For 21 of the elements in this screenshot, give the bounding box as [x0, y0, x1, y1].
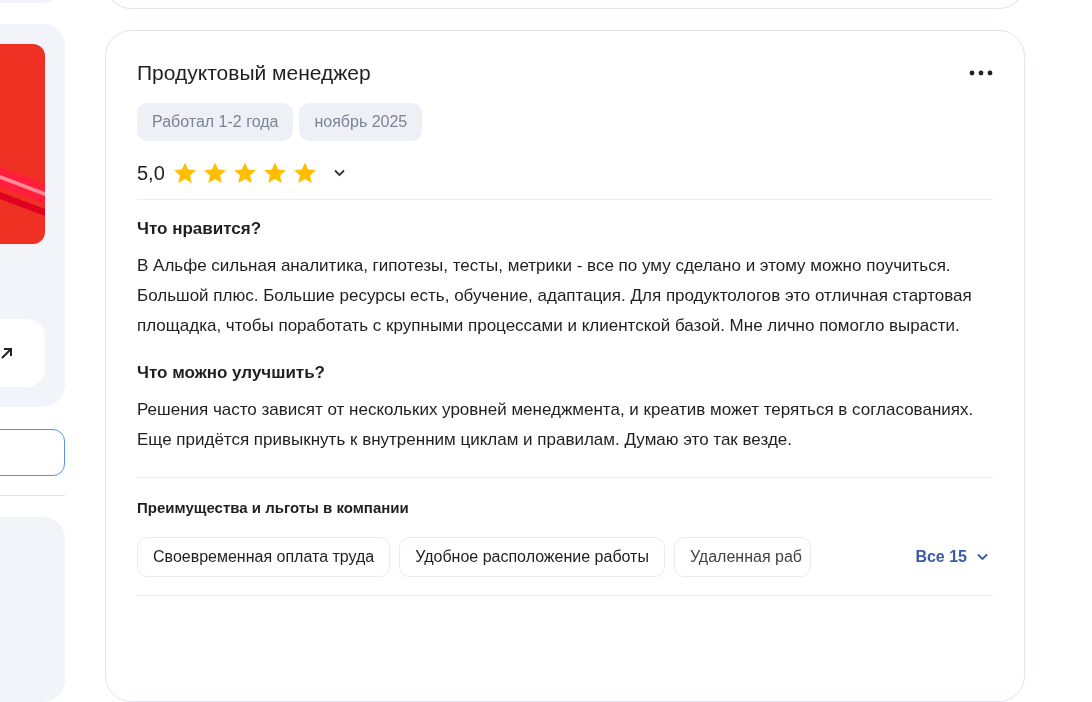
- benefits-heading: Преимущества и льготы в компании: [137, 499, 410, 516]
- chevron-icon: [976, 553, 989, 561]
- show-all-button[interactable]: Все 15: [915, 548, 993, 566]
- review-text: В Альфе сильная аналитика, гипотезы, тесты, метрики - все по уму сделано и этому можно поучиться. Большой плюс. Большие ресурсы есть, обучение, адаптация. Для продуктологов это отличная стартовая площадка, чтобы поработать с крупными процессами и клиентской базой. Мне лично помогло вырасти.: [137, 255, 973, 337]
- rating-value: 5,0: [137, 161, 165, 185]
- star-icon: [262, 161, 287, 185]
- star-icon: [232, 161, 257, 185]
- benefit-chip: Удобное расположение работы: [399, 537, 665, 577]
- section-heading: Что можно улучшить?: [137, 363, 326, 383]
- star-icon: [292, 161, 317, 185]
- star-icon: [202, 161, 227, 185]
- chevron-icon[interactable]: [332, 169, 346, 177]
- benefit-chip: Удаленная раб: [673, 537, 811, 577]
- section-heading: Что нравится?: [137, 219, 263, 239]
- review-text: Решения часто зависят от нескольких уровней менеджмента, и креатив может теряться в согласованиях. Еще придётся привыкнуть к внутренним циклам и правилам. Думаю это так везде.: [137, 399, 975, 451]
- benefit-chip: Своевременная оплата труда: [137, 537, 391, 577]
- review-title: Продуктовый менеджер: [137, 61, 371, 85]
- more-icon[interactable]: [969, 70, 993, 76]
- tag: Работал 1-2 года: [137, 103, 294, 141]
- tag: ноябрь 2025: [299, 103, 423, 141]
- star-icon: [172, 161, 197, 185]
